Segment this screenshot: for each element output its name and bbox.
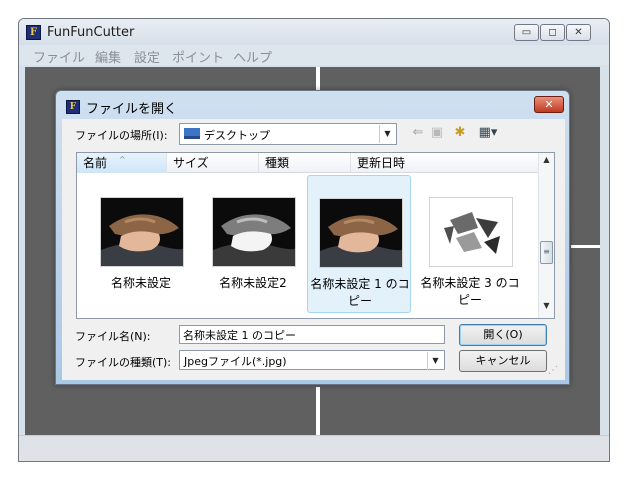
open-button[interactable]: 開く(O) — [459, 324, 547, 346]
column-header-type[interactable]: 種類 — [259, 153, 351, 173]
vertical-scrollbar[interactable]: ▲ ≡ ▼ — [538, 153, 554, 318]
file-item-selected[interactable]: 名称未設定 1 のコピー — [307, 175, 411, 313]
scroll-down-icon[interactable]: ▼ — [539, 301, 554, 315]
file-name-input[interactable] — [179, 325, 445, 344]
look-in-value: デスクトップ — [204, 129, 270, 142]
maximize-button[interactable]: ◻ — [540, 24, 565, 41]
column-header-date[interactable]: 更新日時 — [351, 153, 540, 173]
dialog-app-icon: F — [66, 100, 80, 114]
scroll-up-icon[interactable]: ▲ — [539, 155, 554, 169]
file-thumbnail — [429, 197, 513, 267]
menu-help[interactable]: ヘルプ — [233, 47, 272, 66]
cancel-button[interactable]: キャンセル — [459, 350, 547, 372]
look-in-label: ファイルの場所(I): — [75, 129, 168, 142]
file-item[interactable]: 名称未設定 3 のコピー — [418, 175, 522, 313]
menu-file[interactable]: ファイル — [33, 47, 85, 66]
file-item[interactable]: 名称未設定 — [89, 175, 193, 313]
column-header-name[interactable]: ^ 名前 — [77, 153, 167, 173]
column-name-label: 名前 — [83, 156, 108, 170]
dialog-body: ファイルの場所(I): デスクトップ ▼ ⇐ ▣ ✱ ▦▾ ^ 名前 サイズ 種… — [62, 119, 565, 380]
chevron-down-icon[interactable]: ▼ — [379, 125, 395, 143]
up-folder-icon[interactable]: ▣ — [429, 125, 445, 141]
menu-edit[interactable]: 編集 — [95, 47, 121, 66]
chevron-down-icon[interactable]: ▼ — [427, 352, 443, 370]
view-menu-icon[interactable]: ▦▾ — [476, 125, 500, 141]
menu-point[interactable]: ポイント — [172, 47, 224, 66]
menu-settings[interactable]: 設定 — [134, 47, 160, 66]
file-item[interactable]: 名称未設定2 — [201, 175, 305, 313]
new-folder-icon[interactable]: ✱ — [452, 125, 468, 141]
cut-guide-horizontal[interactable] — [571, 245, 600, 248]
file-name: 名称未設定 3 のコピー — [420, 276, 520, 307]
close-button[interactable]: ✕ — [566, 24, 591, 41]
cut-guide-vertical-top[interactable] — [316, 67, 320, 91]
minimize-button[interactable]: ▭ — [514, 24, 539, 41]
file-thumbnail — [319, 198, 403, 268]
menu-bar: ファイル 編集 設定 ポイント ヘルプ — [19, 45, 609, 66]
dialog-close-button[interactable]: ✕ — [534, 96, 564, 113]
status-bar — [19, 435, 609, 461]
file-type-dropdown[interactable]: Jpegファイル(*.jpg) ▼ — [179, 350, 445, 370]
file-name-label: ファイル名(N): — [75, 330, 151, 343]
desktop-icon — [184, 128, 200, 139]
main-titlebar[interactable]: F FunFunCutter ▭ ◻ ✕ — [19, 19, 609, 45]
file-name: 名称未設定 — [110, 276, 171, 290]
app-logo-icon: F — [26, 25, 41, 40]
open-file-dialog: F ファイルを開く ✕ ファイルの場所(I): デスクトップ ▼ ⇐ ▣ ✱ ▦… — [55, 90, 570, 385]
file-name: 名称未設定 1 のコピー — [310, 277, 410, 308]
file-thumbnail — [100, 197, 184, 267]
file-type-value: Jpegファイル(*.jpg) — [184, 355, 287, 368]
file-list-view[interactable]: ^ 名前 サイズ 種類 更新日時 名称未設定 名称未設定2 名称未設定 1 のコ… — [76, 152, 555, 319]
file-thumbnail — [212, 197, 296, 267]
file-type-label: ファイルの種類(T): — [75, 356, 172, 369]
look-in-dropdown[interactable]: デスクトップ ▼ — [179, 123, 397, 145]
back-arrow-icon[interactable]: ⇐ — [410, 125, 426, 141]
file-name: 名称未設定2 — [219, 276, 287, 290]
cut-guide-vertical-bottom[interactable] — [316, 387, 320, 435]
list-header: ^ 名前 サイズ 種類 更新日時 — [77, 153, 540, 173]
column-header-size[interactable]: サイズ — [167, 153, 259, 173]
dialog-title: ファイルを開く — [86, 102, 178, 117]
resize-grip-icon[interactable]: ⋰ — [548, 365, 562, 379]
sort-ascending-icon: ^ — [119, 155, 126, 164]
scroll-thumb[interactable]: ≡ — [540, 241, 553, 264]
window-title: FunFunCutter — [47, 25, 135, 40]
